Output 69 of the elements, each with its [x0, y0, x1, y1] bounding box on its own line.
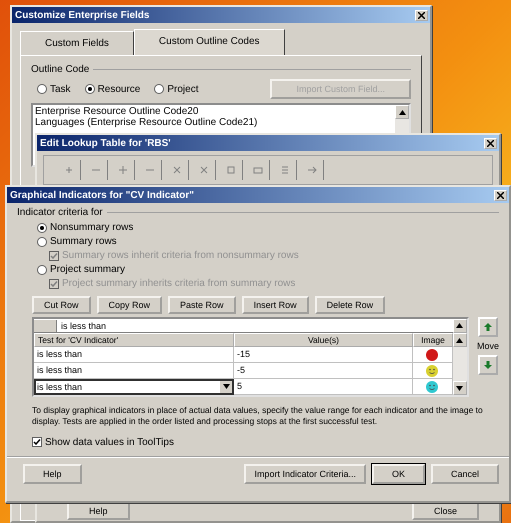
row-button[interactable]: Delete Row [314, 296, 386, 314]
radio-button[interactable] [37, 222, 47, 232]
move-up-button[interactable] [478, 317, 498, 337]
toolbar-icon[interactable] [199, 165, 209, 175]
row-button[interactable]: Insert Row [242, 296, 309, 314]
list-item[interactable]: Languages (Enterprise Resource Outline Code21) [35, 117, 393, 128]
radio-label: Task [50, 84, 71, 94]
toolbar-icon[interactable] [307, 165, 317, 175]
up-arrow-icon [484, 323, 492, 331]
description-text: To display graphical indicators in place of actual data values, specify the value range for each indicator and the image to display. Tests are applied in the order listed and processing stops at the first successful test. [31, 404, 484, 428]
move-down-button[interactable] [478, 355, 498, 375]
dialog-button[interactable]: Import Indicator Criteria... [244, 464, 366, 484]
radio-label: Summary rows [50, 236, 117, 247]
row-button[interactable]: Copy Row [96, 296, 162, 314]
checkbox-label: Show data values in ToolTips [45, 436, 174, 448]
table-cell: is less than [34, 347, 234, 363]
window-title: Customize Enterprise Fields [15, 10, 150, 20]
dialog-button[interactable]: OK [372, 464, 425, 484]
toolbar-icon[interactable] [253, 165, 263, 175]
radio-button[interactable] [37, 264, 47, 274]
radio-label: Resource [98, 84, 140, 94]
group-label: Outline Code [31, 64, 411, 75]
dialog-button[interactable]: Cancel [430, 464, 499, 484]
radio-label: Project [167, 84, 198, 94]
toolbar-icon[interactable] [64, 165, 74, 175]
tab[interactable]: Custom Fields [20, 31, 134, 55]
radio-label: Nonsummary rows [50, 222, 134, 233]
window-title: Edit Lookup Table for 'RBS' [40, 138, 171, 148]
window-title: Graphical Indicators for "CV Indicator" [10, 190, 194, 200]
column-header: Value(s) [234, 333, 413, 347]
group-label: Indicator criteria for [17, 207, 499, 218]
edit-field[interactable]: is less than [57, 320, 453, 330]
down-arrow-icon [222, 384, 230, 389]
scroll-up-button[interactable] [452, 333, 467, 347]
list-item[interactable]: Enterprise Resource Outline Code20 [35, 106, 393, 117]
toolbar-icon[interactable] [118, 165, 128, 175]
row-button[interactable]: Cut Row [32, 296, 91, 314]
tab[interactable]: Custom Outline Codes [134, 29, 285, 55]
table-cell: -15 [234, 347, 413, 363]
row-button[interactable]: Paste Row [168, 296, 236, 314]
radio-button[interactable] [154, 84, 164, 94]
table-cell: is less than [34, 363, 234, 379]
test-dropdown[interactable]: is less than [34, 379, 234, 395]
radio-button[interactable] [84, 84, 95, 94]
up-arrow-icon [398, 110, 406, 114]
toolbar-icon[interactable] [280, 165, 290, 175]
checkbox[interactable] [32, 437, 42, 448]
down-arrow-icon [456, 386, 464, 390]
toolbar-icon[interactable] [172, 165, 182, 175]
up-arrow-icon [456, 323, 464, 328]
close-button[interactable] [484, 138, 497, 148]
toolbar-icon[interactable] [226, 165, 236, 175]
checkbox-label: Summary rows inherit criteria from nonsummary rows [62, 250, 299, 261]
scroll-down-button[interactable] [452, 381, 467, 395]
close-button[interactable] [494, 190, 507, 200]
close-button[interactable] [415, 10, 428, 20]
column-header: Test for 'CV Indicator' [34, 333, 234, 347]
scroll-up-button[interactable] [395, 105, 409, 119]
radio-button[interactable] [37, 236, 47, 246]
radio-label: Project summary [50, 264, 126, 275]
checkbox-label: Project summary inherits criteria from summary rows [62, 278, 296, 289]
table-cell: 5 [234, 379, 413, 395]
up-arrow-icon [456, 338, 464, 342]
dialog-button[interactable]: Help [23, 464, 82, 484]
down-arrow-icon [484, 361, 492, 369]
move-label: Move [476, 341, 499, 351]
column-header: Image [412, 333, 453, 347]
table-cell: -5 [234, 363, 413, 379]
radio-button[interactable] [37, 84, 47, 94]
